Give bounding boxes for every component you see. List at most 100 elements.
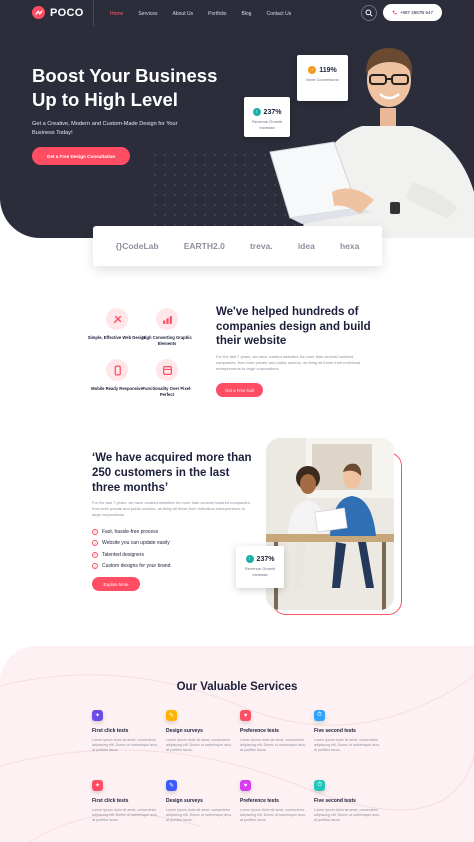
nav-item-services[interactable]: Services — [138, 11, 157, 17]
chart-icon — [156, 308, 178, 330]
service-description: Lorem ipsum dolor sit amet, consectetur … — [166, 808, 233, 822]
search-icon — [365, 9, 373, 17]
brand-logo[interactable]: POCO — [32, 6, 84, 19]
service-description: Lorem ipsum dolor sit amet, consectetur … — [240, 808, 307, 822]
arrow-up-icon: ↑ — [308, 66, 317, 74]
phone-button[interactable]: +987 4567B 547 — [383, 4, 442, 21]
service-description: Lorem ipsum dolor sit amet, consectetur … — [92, 738, 159, 752]
service-title: Five second tests — [314, 728, 356, 734]
service-card[interactable]: ✦ First click tests Lorem ipsum dolor si… — [92, 780, 162, 823]
service-card[interactable]: ♥ Preference tests Lorem ipsum dolor sit… — [240, 780, 310, 823]
service-title: Five second tests — [314, 798, 356, 804]
feature-label: Functionality Over Pixel-Perfect — [142, 386, 192, 397]
codelab-logo: {}CodeLab — [115, 241, 159, 251]
revenue-stat-card-2: ↑ 237% Revenue Growth Increase — [236, 546, 284, 588]
service-title: Preference tests — [240, 728, 279, 734]
free-consultation-button[interactable]: Get a Free Design Consultation — [32, 147, 130, 165]
cursor-icon: ✦ — [92, 710, 103, 721]
service-title: First click tests — [92, 798, 129, 804]
survey-icon: ✎ — [166, 710, 177, 721]
check-icon: ✓ — [92, 528, 98, 535]
timer-icon: ⏱ — [314, 710, 325, 721]
earth-logo: EARTH2.0 — [183, 241, 225, 251]
cursor-icon: ✦ — [92, 780, 103, 791]
check-icon: ✓ — [92, 563, 98, 570]
conversion-stat-card: ↑ 119% More Conversions — [297, 55, 348, 101]
logo-icon — [32, 6, 45, 19]
testimonial-title: ‘We have acquired more than 250 customer… — [92, 452, 252, 494]
service-title: First click tests — [92, 728, 129, 734]
service-card[interactable]: ⏱ Five second tests Lorem ipsum dolor si… — [314, 710, 384, 753]
services-title: Our Valuable Services — [176, 681, 298, 693]
nav-item-contact[interactable]: Contact Us — [266, 11, 291, 17]
conversion-stat-label: More Conversions — [306, 77, 339, 82]
hexa-logo: hexa — [339, 241, 360, 251]
arrow-up-icon: ↑ — [252, 108, 261, 116]
testimonial-text: For the last 7 years, we have created we… — [92, 500, 251, 517]
hero-person-image — [269, 48, 474, 238]
main-nav: Home Services About Us Portfolio Blog Co… — [110, 11, 291, 17]
benefit-item: ✓ Fast, hassle-free process — [92, 526, 170, 538]
conversion-stat-value: 119% — [319, 66, 337, 74]
arrow-up-icon: ↑ — [245, 555, 254, 563]
service-description: Lorem ipsum dolor sit amet, consectetur … — [166, 738, 233, 752]
survey-icon: ✎ — [166, 780, 177, 791]
feature-functionality: Functionality Over Pixel-Perfect — [137, 359, 197, 397]
revenue-stat-label: Revenue Growth Increase — [252, 119, 283, 130]
service-card[interactable]: ⏱ Five second tests Lorem ipsum dolor si… — [314, 780, 384, 823]
idea-logo: idea — [297, 241, 315, 251]
nav-item-portfolio[interactable]: Portfolio — [208, 11, 226, 17]
service-description: Lorem ipsum dolor sit amet, consectetur … — [314, 808, 381, 822]
nav-item-about[interactable]: About Us — [173, 11, 194, 17]
revenue-stat-label: Revenue Growth Increase — [244, 566, 275, 577]
benefit-item: ✓ Talented designers — [92, 549, 170, 561]
design-icon — [106, 308, 128, 330]
feature-label: High Converting Graphic Elements — [142, 335, 192, 346]
treva-logo: treva. — [249, 241, 273, 251]
service-description: Lorem ipsum dolor sit amet, consectetur … — [92, 808, 159, 822]
service-card[interactable]: ♥ Preference tests Lorem ipsum dolor sit… — [240, 710, 310, 753]
mobile-icon — [106, 359, 128, 381]
service-card[interactable]: ✎ Design surveys Lorem ipsum dolor sit a… — [166, 780, 236, 823]
nav-divider — [93, 0, 94, 26]
benefit-item: ✓ Website you can update easily — [92, 538, 170, 550]
preference-icon: ♥ — [240, 780, 251, 791]
phone-number: +987 4567B 547 — [399, 10, 434, 15]
team-photo — [266, 438, 394, 610]
explore-more-button[interactable]: Explore More — [92, 577, 140, 591]
services-section: Our Valuable Services ✦ First click test… — [0, 646, 474, 842]
service-description: Lorem ipsum dolor sit amet, consectetur … — [314, 738, 381, 752]
revenue-stat-card: ↑ 237% Revenue Growth Increase — [244, 97, 290, 137]
revenue-stat-value: 237% — [256, 555, 275, 563]
section-title: We've helped hundreds of companies desig… — [216, 306, 371, 347]
search-button[interactable] — [361, 5, 377, 21]
service-card[interactable]: ✎ Design surveys Lorem ipsum dolor sit a… — [166, 710, 236, 753]
benefit-label: Fast, hassle-free process — [102, 528, 159, 535]
preference-icon: ♥ — [240, 710, 251, 721]
free-call-button[interactable]: Get a Free Call — [216, 383, 263, 397]
hero-section: POCO Home Services About Us Portfolio Bl… — [0, 0, 474, 238]
section-text: For the last 7 years, we have created we… — [216, 354, 361, 371]
service-title: Design surveys — [166, 798, 203, 804]
revenue-stat-value: 237% — [263, 108, 282, 116]
feature-graphics: High Converting Graphic Elements — [137, 308, 197, 346]
decorative-lines — [0, 674, 474, 842]
check-icon: ✓ — [92, 551, 98, 558]
check-icon: ✓ — [92, 540, 98, 547]
benefit-list: ✓ Fast, hassle-free process ✓ Website you … — [92, 526, 170, 572]
nav-item-blog[interactable]: Blog — [241, 11, 251, 17]
service-description: Lorem ipsum dolor sit amet, consectetur … — [240, 738, 307, 752]
benefit-label: Website you can update easily — [102, 540, 170, 547]
phone-icon — [392, 10, 397, 15]
benefit-label: Custom designs for your brand — [102, 563, 171, 570]
client-logos: {}CodeLab EARTH2.0 treva. idea hexa — [93, 226, 382, 266]
service-title: Design surveys — [166, 728, 203, 734]
service-title: Preference tests — [240, 798, 279, 804]
nav-item-home[interactable]: Home — [110, 11, 123, 17]
benefit-label: Talented designers — [102, 551, 144, 558]
hero-subtitle: Get a Creative, Modern and Custom-Made D… — [32, 121, 178, 136]
service-card[interactable]: ✦ First click tests Lorem ipsum dolor si… — [92, 710, 162, 753]
benefit-item: ✓ Custom designs for your brand — [92, 561, 170, 573]
layout-icon — [156, 359, 178, 381]
brand-name: POCO — [50, 6, 84, 19]
